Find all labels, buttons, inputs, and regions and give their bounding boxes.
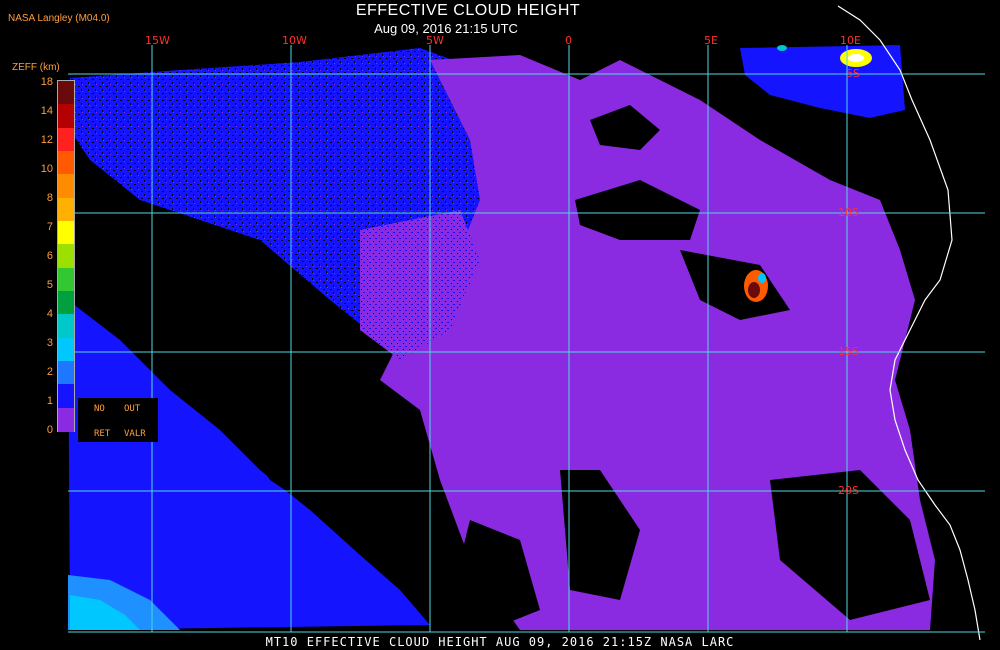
legend-color-swatch (58, 267, 74, 292)
legend-tick: 2 (46, 366, 53, 378)
lat-label-20s: 20S (838, 484, 859, 497)
lon-label-0: 0 (565, 34, 572, 47)
legend-color-swatch (58, 81, 74, 105)
lon-label-15w: 15W (145, 34, 170, 47)
mid-cloud-region-southwest (68, 300, 430, 630)
legend-tick: 4 (46, 308, 53, 320)
legend-tick: 14 (40, 105, 53, 117)
lon-label-5e: 5E (704, 34, 718, 47)
legend-tick: 6 (46, 250, 53, 262)
cloud-height-map (68, 5, 985, 641)
convective-cell (744, 270, 768, 302)
legend-color-swatch (58, 314, 74, 339)
mid-cloud-region-northeast (740, 45, 905, 118)
legend-tick: 12 (40, 134, 53, 146)
legend-tick: 7 (46, 221, 53, 233)
legend-color-swatch (58, 291, 74, 315)
legend-title: ZEFF (km) (12, 62, 60, 73)
legend-no-label: NO (94, 404, 105, 414)
legend-color-swatch (58, 127, 74, 152)
lon-label-5w: 5W (426, 34, 444, 47)
legend-tick: 10 (40, 163, 53, 175)
legend-color-swatch (58, 174, 74, 199)
legend-color-swatch (58, 361, 74, 385)
timestamp-subtitle: Aug 09, 2016 21:15 UTC (374, 21, 518, 36)
lon-label-10w: 10W (282, 34, 307, 47)
legend-tick: 1 (46, 395, 53, 407)
lon-label-10e: 10E (840, 34, 861, 47)
legend-color-swatch (58, 384, 74, 409)
legend-color-swatch (58, 407, 74, 432)
legend-tick: 18 (40, 76, 53, 88)
legend-tick: 0 (46, 424, 53, 436)
credit-label: NASA Langley (M04.0) (8, 13, 110, 24)
legend-color-bar (57, 80, 75, 432)
legend-color-swatch (58, 104, 74, 129)
legend-color-swatch (58, 337, 74, 362)
lat-label-15s: 15S (838, 345, 859, 358)
legend-out-label: OUT (124, 404, 141, 414)
legend-ret-label: RET (94, 429, 111, 439)
legend-tick: 3 (46, 337, 53, 349)
legend-status-box: NO OUT RET VALR (78, 398, 158, 442)
legend-tick: 5 (46, 279, 53, 291)
legend-valr-label: VALR (124, 429, 146, 439)
legend-tick: 8 (46, 192, 53, 204)
footer-caption: MT10 EFFECTIVE CLOUD HEIGHT AUG 09, 2016… (265, 635, 735, 649)
legend-color-swatch (58, 221, 74, 245)
lat-label-10s: 10S (838, 206, 859, 219)
page-title: EFFECTIVE CLOUD HEIGHT (355, 2, 581, 19)
lat-label-5s: 5S (846, 67, 860, 80)
legend-color-swatch (58, 151, 74, 175)
legend-color-swatch (58, 197, 74, 222)
legend-color-swatch (58, 244, 74, 269)
